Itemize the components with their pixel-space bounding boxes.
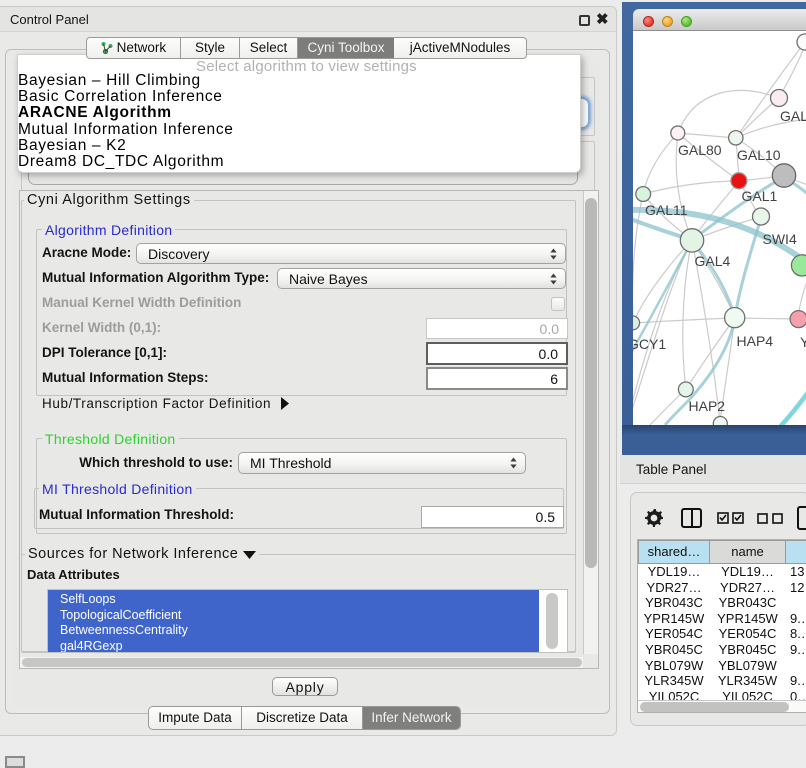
svg-text:GAL10: GAL10 xyxy=(737,147,781,163)
svg-text:GCY1: GCY1 xyxy=(633,336,666,352)
svg-text:GAL2: GAL2 xyxy=(780,108,806,124)
svg-text:HAP2: HAP2 xyxy=(689,398,726,414)
svg-text:GAL1: GAL1 xyxy=(742,188,778,204)
svg-text:GAL80: GAL80 xyxy=(678,142,722,158)
svg-text:Y: Y xyxy=(800,334,806,350)
svg-text:HAP4: HAP4 xyxy=(737,333,774,349)
svg-text:SWI4: SWI4 xyxy=(763,231,797,247)
svg-text:GAL4: GAL4 xyxy=(695,253,731,269)
svg-text:GAL11: GAL11 xyxy=(645,202,688,218)
